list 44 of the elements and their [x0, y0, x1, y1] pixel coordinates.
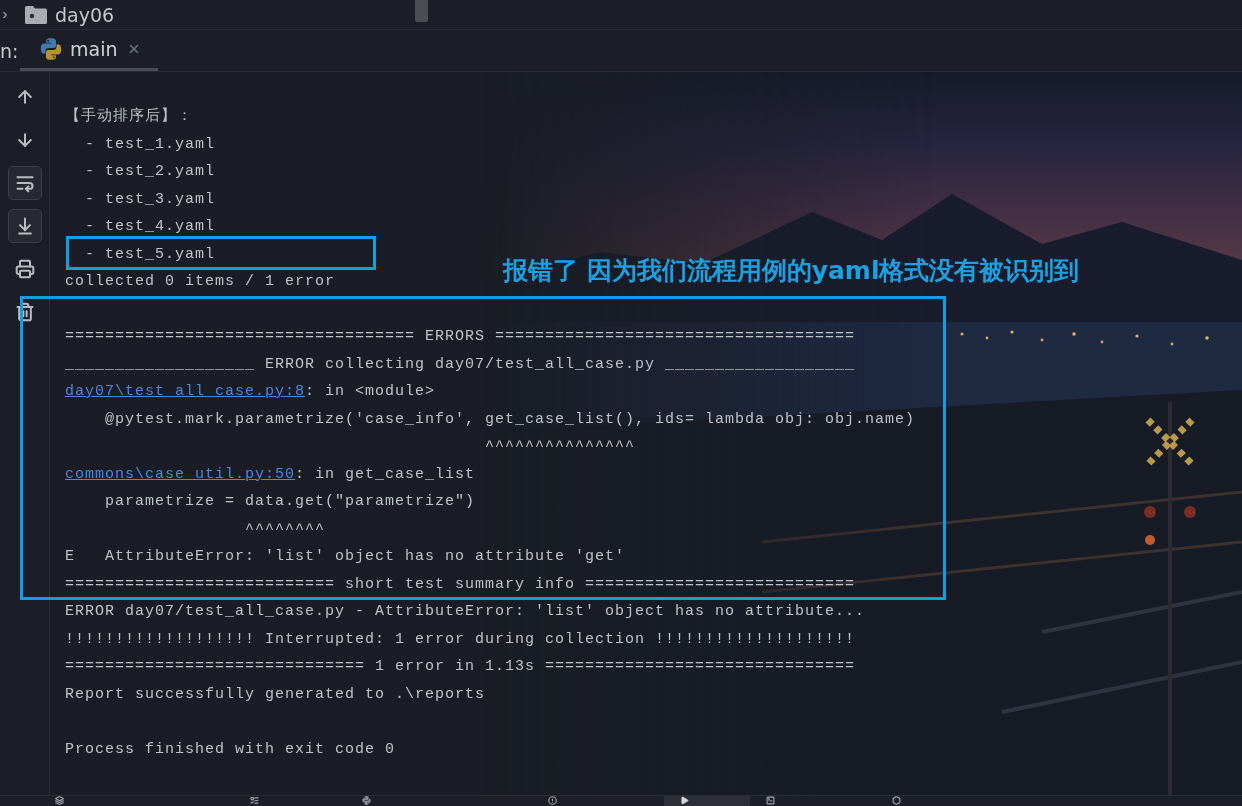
wrap-text-icon: [14, 173, 35, 193]
console-line: - test_4.yaml: [84, 217, 216, 237]
annotation-note: 报错了 因为我们流程用例的yaml格式没有被识别到: [503, 256, 1080, 286]
file-link[interactable]: commons\case_util.py:50: [65, 460, 296, 488]
console-line: : in <module>: [305, 382, 436, 402]
run-tab[interactable]: main: [20, 30, 159, 71]
console-line: Process finished with exit code 0: [65, 739, 396, 760]
list-icon: [250, 796, 259, 805]
hexagon-icon: [892, 796, 901, 805]
python-logo-icon: [40, 38, 62, 60]
console-line: ============================== 1 error in 1.13s ===============================: [65, 657, 856, 677]
console-line: - test_5.yaml: [84, 244, 216, 265]
console-line: ^^^^^^^^^^^^^^^: [484, 437, 636, 457]
printer-icon: [14, 259, 35, 279]
console-line: E AttributeError: 'list' object has no attribute 'get': [65, 547, 626, 567]
python-logo-icon: [362, 796, 371, 805]
tree-item[interactable]: day06: [0, 2, 115, 27]
play-icon: [680, 796, 689, 805]
console-line: ___________________ ERROR collecting day07/test_all_case.py ___________________: [65, 354, 856, 375]
alert-circle-icon: [548, 796, 557, 805]
tool-window-tab[interactable]: [664, 796, 750, 806]
console-line: collected 0 items / 1 error: [65, 272, 336, 292]
console-line: - test_3.yaml: [84, 189, 216, 210]
tool-window-label: n:: [0, 38, 20, 63]
file-link[interactable]: day07\test_all_case.py:8: [65, 378, 306, 406]
console-line: parametrize = data.get("parametrize"): [104, 492, 476, 512]
console-line: !!!!!!!!!!!!!!!!!!! Interrupted: 1 error during collection !!!!!!!!!!!!!!!!!!!!: [65, 629, 856, 650]
toolbar-button[interactable]: [7, 166, 42, 200]
console-line: @pytest.mark.parametrize('case_info', get_case_list(), ids= lambda obj: obj.name): [104, 409, 916, 430]
trash-icon: [14, 302, 35, 322]
console-line: 【手动排序后】：: [65, 106, 193, 127]
console-line: - test_1.yaml: [84, 134, 216, 155]
folder-icon: [25, 5, 47, 24]
toolbar-button[interactable]: [7, 209, 42, 243]
layers-icon: [55, 796, 64, 805]
console-line: =================================== ERRORS ====================================: [65, 327, 856, 347]
console-line: - test_2.yaml: [84, 162, 216, 182]
scrollbar-thumb[interactable]: [415, 0, 428, 22]
console-line: Report successfully generated to .\reports: [65, 684, 486, 705]
console-line: : in get_case_list: [295, 464, 476, 485]
terminal-icon: [766, 796, 775, 805]
console-line: ERROR day07/test_all_case.py - AttributeError: 'list' object has no attribute...: [65, 602, 866, 622]
console-line: ^^^^^^^^: [244, 519, 326, 540]
console-line: =========================== short test summary info ===========================: [65, 574, 856, 595]
